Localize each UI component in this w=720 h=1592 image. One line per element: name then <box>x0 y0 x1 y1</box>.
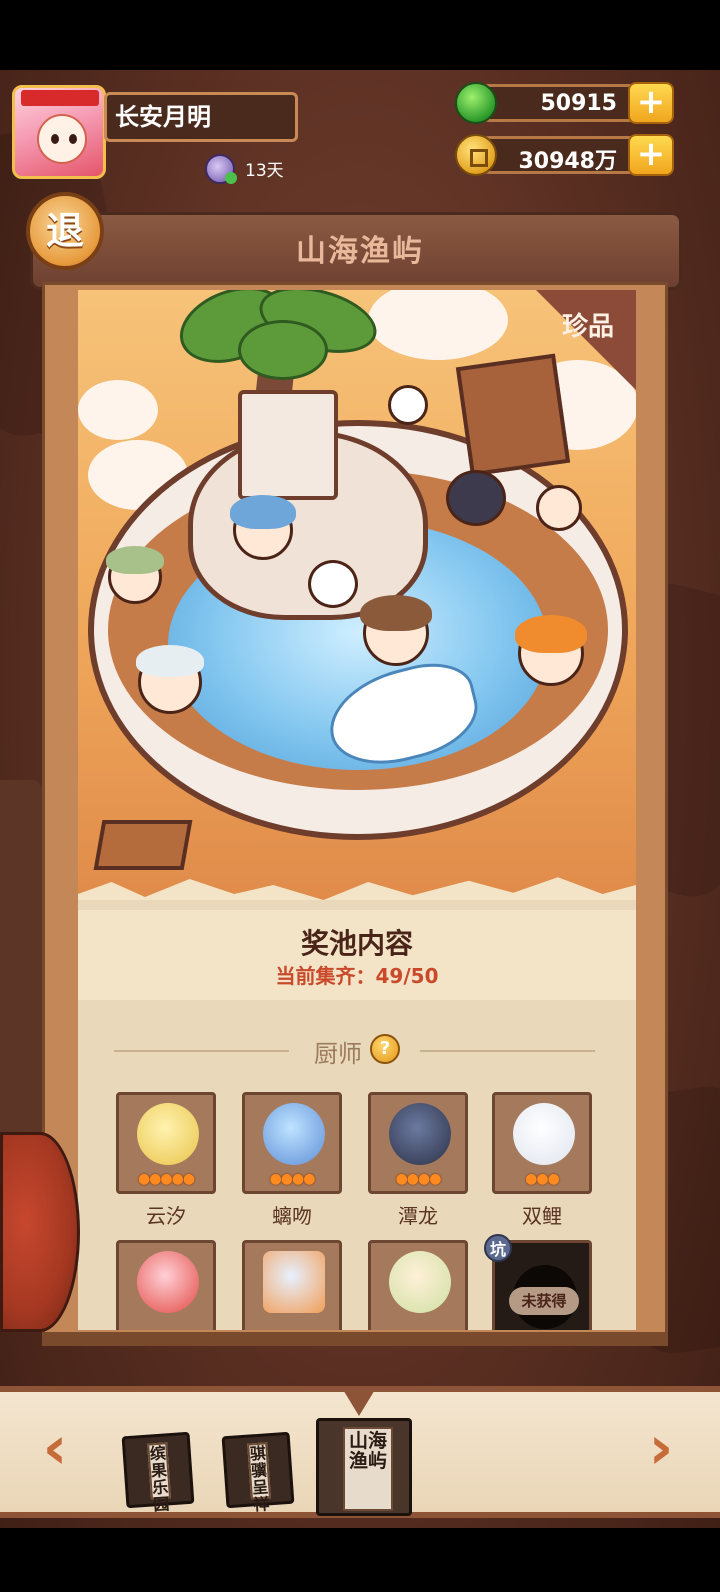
chef-name: 双鲤 <box>522 1204 562 1228</box>
book-label: 山海渔屿 <box>343 1427 393 1511</box>
chef-card[interactable]: ●●●● <box>368 1092 468 1194</box>
treasure-tag: 珍品 <box>562 312 615 342</box>
chef-section-header: 厨师 ? <box>78 1030 636 1070</box>
page-title: 山海渔屿 <box>296 234 424 269</box>
vip-days-text: 13天 <box>245 161 284 181</box>
banner-illustration: 珍品 <box>78 290 636 900</box>
add-coins-button[interactable]: + <box>628 134 674 176</box>
star-rating: ●●●● <box>269 1171 316 1187</box>
chef-card[interactable] <box>368 1240 468 1330</box>
coin-amount: 30948万 <box>518 149 617 174</box>
status-bar <box>0 0 720 70</box>
pool-progress: 当前集齐：49/50 <box>78 960 636 989</box>
pool-progress-label: 当前集齐： <box>275 964 376 988</box>
prev-arrow-button[interactable]: ‹ <box>30 1418 80 1478</box>
chef-name: 螭吻 <box>272 1204 312 1228</box>
chef-card[interactable] <box>116 1240 216 1330</box>
exit-button[interactable]: 退 <box>26 192 104 270</box>
star-rating: ●●● <box>525 1171 560 1187</box>
book-tab-active[interactable]: 山海渔屿 <box>316 1418 412 1516</box>
chef-card[interactable]: ●●●● <box>242 1092 342 1194</box>
book-tab[interactable]: 缤果乐园 <box>121 1431 195 1514</box>
jade-icon <box>455 82 497 124</box>
pool-title: 奖池内容 <box>300 927 413 960</box>
book-tab[interactable]: 骐骥呈祥 <box>221 1431 295 1514</box>
scroll-rod <box>0 780 42 1140</box>
vip-status-icon[interactable] <box>205 154 237 184</box>
not-obtained-label: 未获得 <box>509 1287 579 1315</box>
pit-badge: 坑 <box>484 1234 512 1262</box>
add-jade-button[interactable]: + <box>628 82 674 124</box>
coin-icon <box>455 134 497 176</box>
system-nav-area <box>0 1528 720 1592</box>
scroll-bottom-rod <box>42 1332 668 1346</box>
chef-card[interactable]: ●●● <box>492 1092 592 1194</box>
player-name[interactable]: 长安月明 <box>104 92 298 142</box>
star-rating: ●●●● <box>395 1171 442 1187</box>
star-rating: ●●●●● <box>137 1171 195 1187</box>
next-arrow-button[interactable]: › <box>636 1418 686 1478</box>
chef-card[interactable]: ●●●●● <box>116 1092 216 1194</box>
chef-section-title: 厨师 <box>314 1040 362 1068</box>
book-label: 骐骥呈祥 <box>247 1442 271 1514</box>
brush-decoration <box>0 1132 80 1332</box>
chef-card[interactable] <box>242 1240 342 1330</box>
chef-name: 潭龙 <box>398 1204 438 1228</box>
jade-amount: 50915 <box>540 91 617 116</box>
chef-name: 云汐 <box>146 1204 186 1228</box>
player-avatar[interactable] <box>12 85 106 179</box>
help-icon[interactable]: ? <box>370 1034 400 1064</box>
scroll-content[interactable]: 珍品 奖池内容 当前集齐：49/50 厨师 ? ●●●●● 云汐 ●●●● 螭吻… <box>78 290 636 1330</box>
pool-progress-value: 49/50 <box>375 964 439 988</box>
book-label: 缤果乐园 <box>147 1442 171 1514</box>
